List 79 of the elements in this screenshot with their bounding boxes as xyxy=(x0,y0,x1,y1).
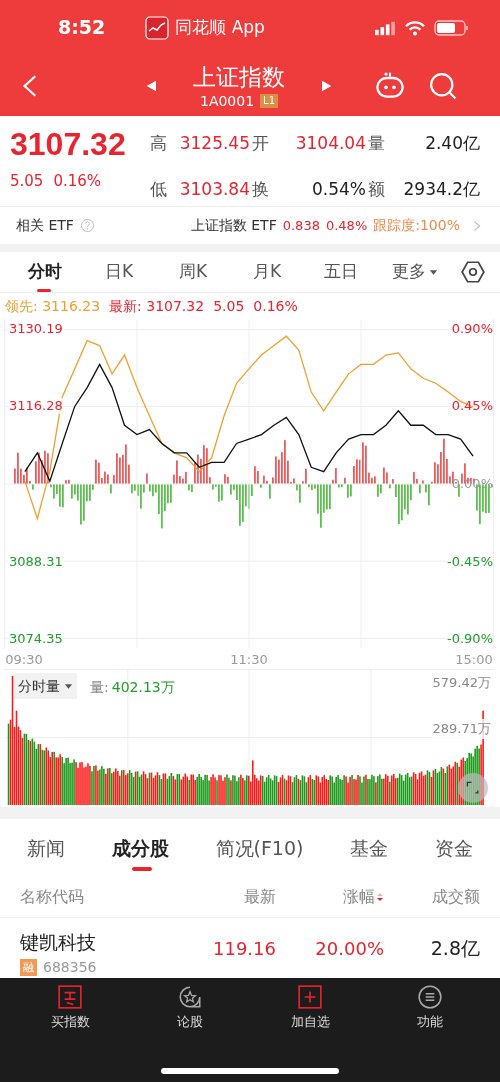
stat-label: 额 xyxy=(368,178,386,202)
etf-percent: 0.48% xyxy=(325,216,368,235)
stock-change: 20.00% xyxy=(314,936,384,961)
price-change-percent: 0.16% xyxy=(53,171,102,192)
etf-tracking: 跟踪度:100% xyxy=(373,216,460,235)
battery-icon xyxy=(434,18,470,37)
stock-name: 键凯科技 xyxy=(20,929,97,955)
app-logo-icon xyxy=(145,15,170,40)
index-code: 1A0001 xyxy=(199,91,255,110)
stat-label: 量 xyxy=(368,132,386,156)
volume-axis-label: 289.71万 xyxy=(431,719,492,739)
volume-value: 402.13万 xyxy=(111,678,175,697)
level-badge: L1 xyxy=(260,93,279,108)
etf-price: 0.838 xyxy=(282,216,320,235)
bottom-nav-item[interactable]: 功能 xyxy=(390,984,470,1032)
chart-tab[interactable]: 分时 xyxy=(8,252,82,292)
margin-badge: 融 xyxy=(20,958,37,976)
menu-icon xyxy=(417,984,443,1010)
stat-value: 2.40亿 xyxy=(424,132,480,156)
percent-reading: 0.16% xyxy=(253,296,298,316)
info-tab[interactable]: 新闻 xyxy=(27,819,66,877)
status-time: 8:52 xyxy=(58,15,106,41)
buy-icon xyxy=(57,984,83,1010)
column-header[interactable]: 成交额 xyxy=(432,885,480,909)
etf-label: 相关 ETF xyxy=(16,216,74,235)
percent-axis-label: -0.45% xyxy=(446,553,494,570)
percent-axis-label: -0.90% xyxy=(446,631,494,647)
stat-value: 0.54% xyxy=(311,178,366,202)
stat-label: 低 xyxy=(150,178,168,202)
wifi-icon xyxy=(404,18,426,37)
leader-reading: 领先: 3116.23 xyxy=(5,296,101,316)
bottom-nav-item[interactable]: 买指数 xyxy=(30,984,110,1032)
column-header[interactable]: 名称代码 xyxy=(20,885,84,909)
app-title: 同花顺 App xyxy=(175,15,265,39)
settings-icon[interactable] xyxy=(460,259,486,285)
chart-tab[interactable]: 更多 xyxy=(378,252,452,292)
stat-value: 2934.2亿 xyxy=(402,178,480,202)
percent-axis-label: 0.90% xyxy=(450,321,494,337)
index-title: 上证指数 xyxy=(193,62,285,92)
chart-tab[interactable]: 五日 xyxy=(304,252,378,292)
info-tab[interactable]: 简况(F10) xyxy=(215,819,304,877)
plus-icon xyxy=(297,984,323,1010)
volume-label: 量: xyxy=(90,678,109,697)
info-tab[interactable]: 基金 xyxy=(350,819,389,877)
volume-selector[interactable]: 分时量 xyxy=(14,673,77,699)
search-icon[interactable] xyxy=(428,70,458,101)
stat-value: 3104.04 xyxy=(294,132,366,156)
stat-label: 高 xyxy=(150,132,168,156)
bottom-nav-item[interactable]: 加自选 xyxy=(270,984,350,1032)
stat-label: 开 xyxy=(252,132,270,156)
latest-reading: 最新: 3107.32 xyxy=(109,296,205,316)
info-tab[interactable]: 成分股 xyxy=(111,819,169,877)
time-axis-label: 09:30 xyxy=(5,652,43,668)
column-header[interactable]: 最新 xyxy=(244,885,276,909)
sort-icon xyxy=(376,892,384,902)
stat-value: 3125.45 xyxy=(178,132,250,156)
caret-icon xyxy=(429,268,438,276)
time-axis-label: 15:00 xyxy=(455,652,493,668)
star-bubble-icon xyxy=(177,984,203,1010)
caret-icon xyxy=(64,682,73,690)
stock-code: 688356 xyxy=(43,958,97,976)
price-axis-label: 3116.28 xyxy=(8,398,64,415)
chart-tab[interactable]: 周K xyxy=(156,252,230,292)
time-axis-label: 11:30 xyxy=(230,652,268,668)
column-header[interactable]: 涨幅 xyxy=(343,885,384,909)
stock-amount: 2.8亿 xyxy=(429,935,480,961)
index-price: 3107.32 xyxy=(10,125,126,164)
info-tab[interactable]: 资金 xyxy=(434,819,473,877)
stat-value: 3103.84 xyxy=(178,178,250,202)
chart-tab[interactable]: 月K xyxy=(230,252,304,292)
etf-name[interactable]: 上证指数 ETF xyxy=(190,215,277,236)
price-change: 5.05 xyxy=(10,171,44,192)
stock-price: 119.16 xyxy=(212,936,276,961)
chart-tab[interactable]: 日K xyxy=(82,252,156,292)
stat-label: 换 xyxy=(252,178,270,202)
bottom-nav-item[interactable]: 论股 xyxy=(150,984,230,1032)
change-reading: 5.05 xyxy=(213,296,245,316)
percent-axis-label: 0.45% xyxy=(450,398,494,415)
expand-icon xyxy=(465,780,481,796)
